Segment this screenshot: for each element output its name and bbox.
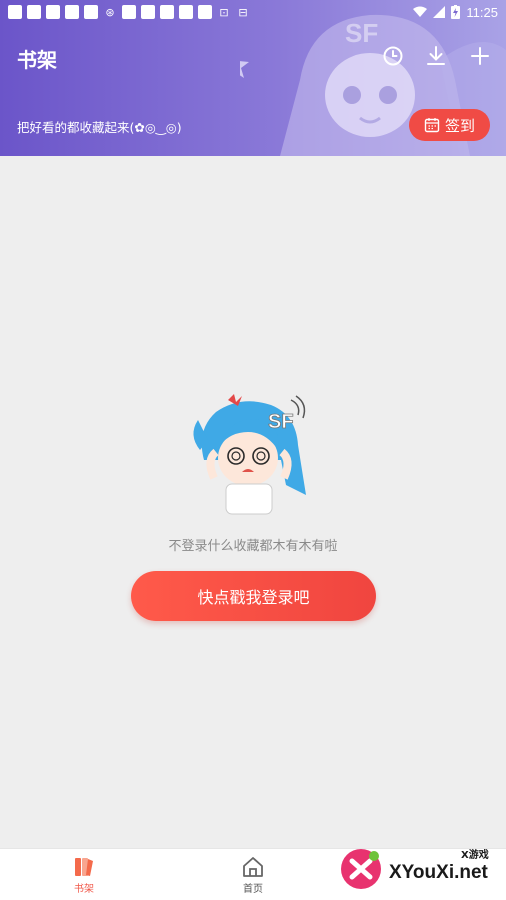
battery-icon: [451, 5, 461, 19]
notification-icon: [160, 5, 174, 19]
app-notification-icon: ⊛: [105, 5, 115, 19]
watermark-small: X游戏: [461, 850, 489, 861]
notification-icon: [8, 5, 22, 19]
notification-icons: ⊛ ⊡ ⊟: [8, 5, 250, 19]
mascot-illustration: SF: [193, 394, 306, 515]
nav-label-home: 首页: [243, 883, 263, 895]
header-banner: SF ⊛ ⊡ ⊟ 11:25 书架 把好看的都收藏起来(✿◎‿◎) 签到: [0, 0, 506, 156]
status-bar: ⊛ ⊡ ⊟ 11:25: [0, 0, 506, 24]
clock-icon[interactable]: [381, 44, 405, 68]
calendar-icon: [424, 118, 440, 133]
notification-icon: [198, 5, 212, 19]
header-subtitle: 把好看的都收藏起来(✿◎‿◎): [17, 120, 182, 135]
watermark-logo: [341, 849, 381, 889]
nav-item-bookshelf[interactable]: 书架: [34, 849, 134, 900]
watermark: X游戏 XYouXi.net: [336, 838, 506, 900]
download-icon[interactable]: [424, 44, 448, 68]
notification-icon: [141, 5, 155, 19]
app-notification-icon: ⊡: [219, 5, 229, 19]
login-button[interactable]: 快点戳我登录吧: [131, 571, 376, 621]
app-notification-icon: ⊟: [238, 5, 248, 19]
page-title: 书架: [17, 48, 57, 72]
notification-icon: [46, 5, 60, 19]
watermark-brand: XYouXi.net: [389, 862, 488, 883]
nav-label-bookshelf: 书架: [74, 883, 94, 895]
notification-icon: [122, 5, 136, 19]
signal-icon: [433, 6, 446, 18]
empty-state-message: 不登录什么收藏都木有木有啦: [168, 539, 338, 554]
wifi-icon: [413, 6, 428, 17]
svg-text:SF: SF: [268, 411, 294, 433]
status-time: 11:25: [466, 4, 498, 20]
nav-item-home[interactable]: 首页: [203, 849, 303, 900]
notification-icon: [84, 5, 98, 19]
home-icon: [243, 856, 263, 877]
plus-icon[interactable]: [468, 44, 492, 68]
bookshelf-icon: [75, 857, 93, 876]
notification-icon: [179, 5, 193, 19]
signin-label: 签到: [444, 116, 475, 135]
notification-icon: [65, 5, 79, 19]
notification-icon: [27, 5, 41, 19]
signin-button[interactable]: 签到: [409, 109, 490, 141]
